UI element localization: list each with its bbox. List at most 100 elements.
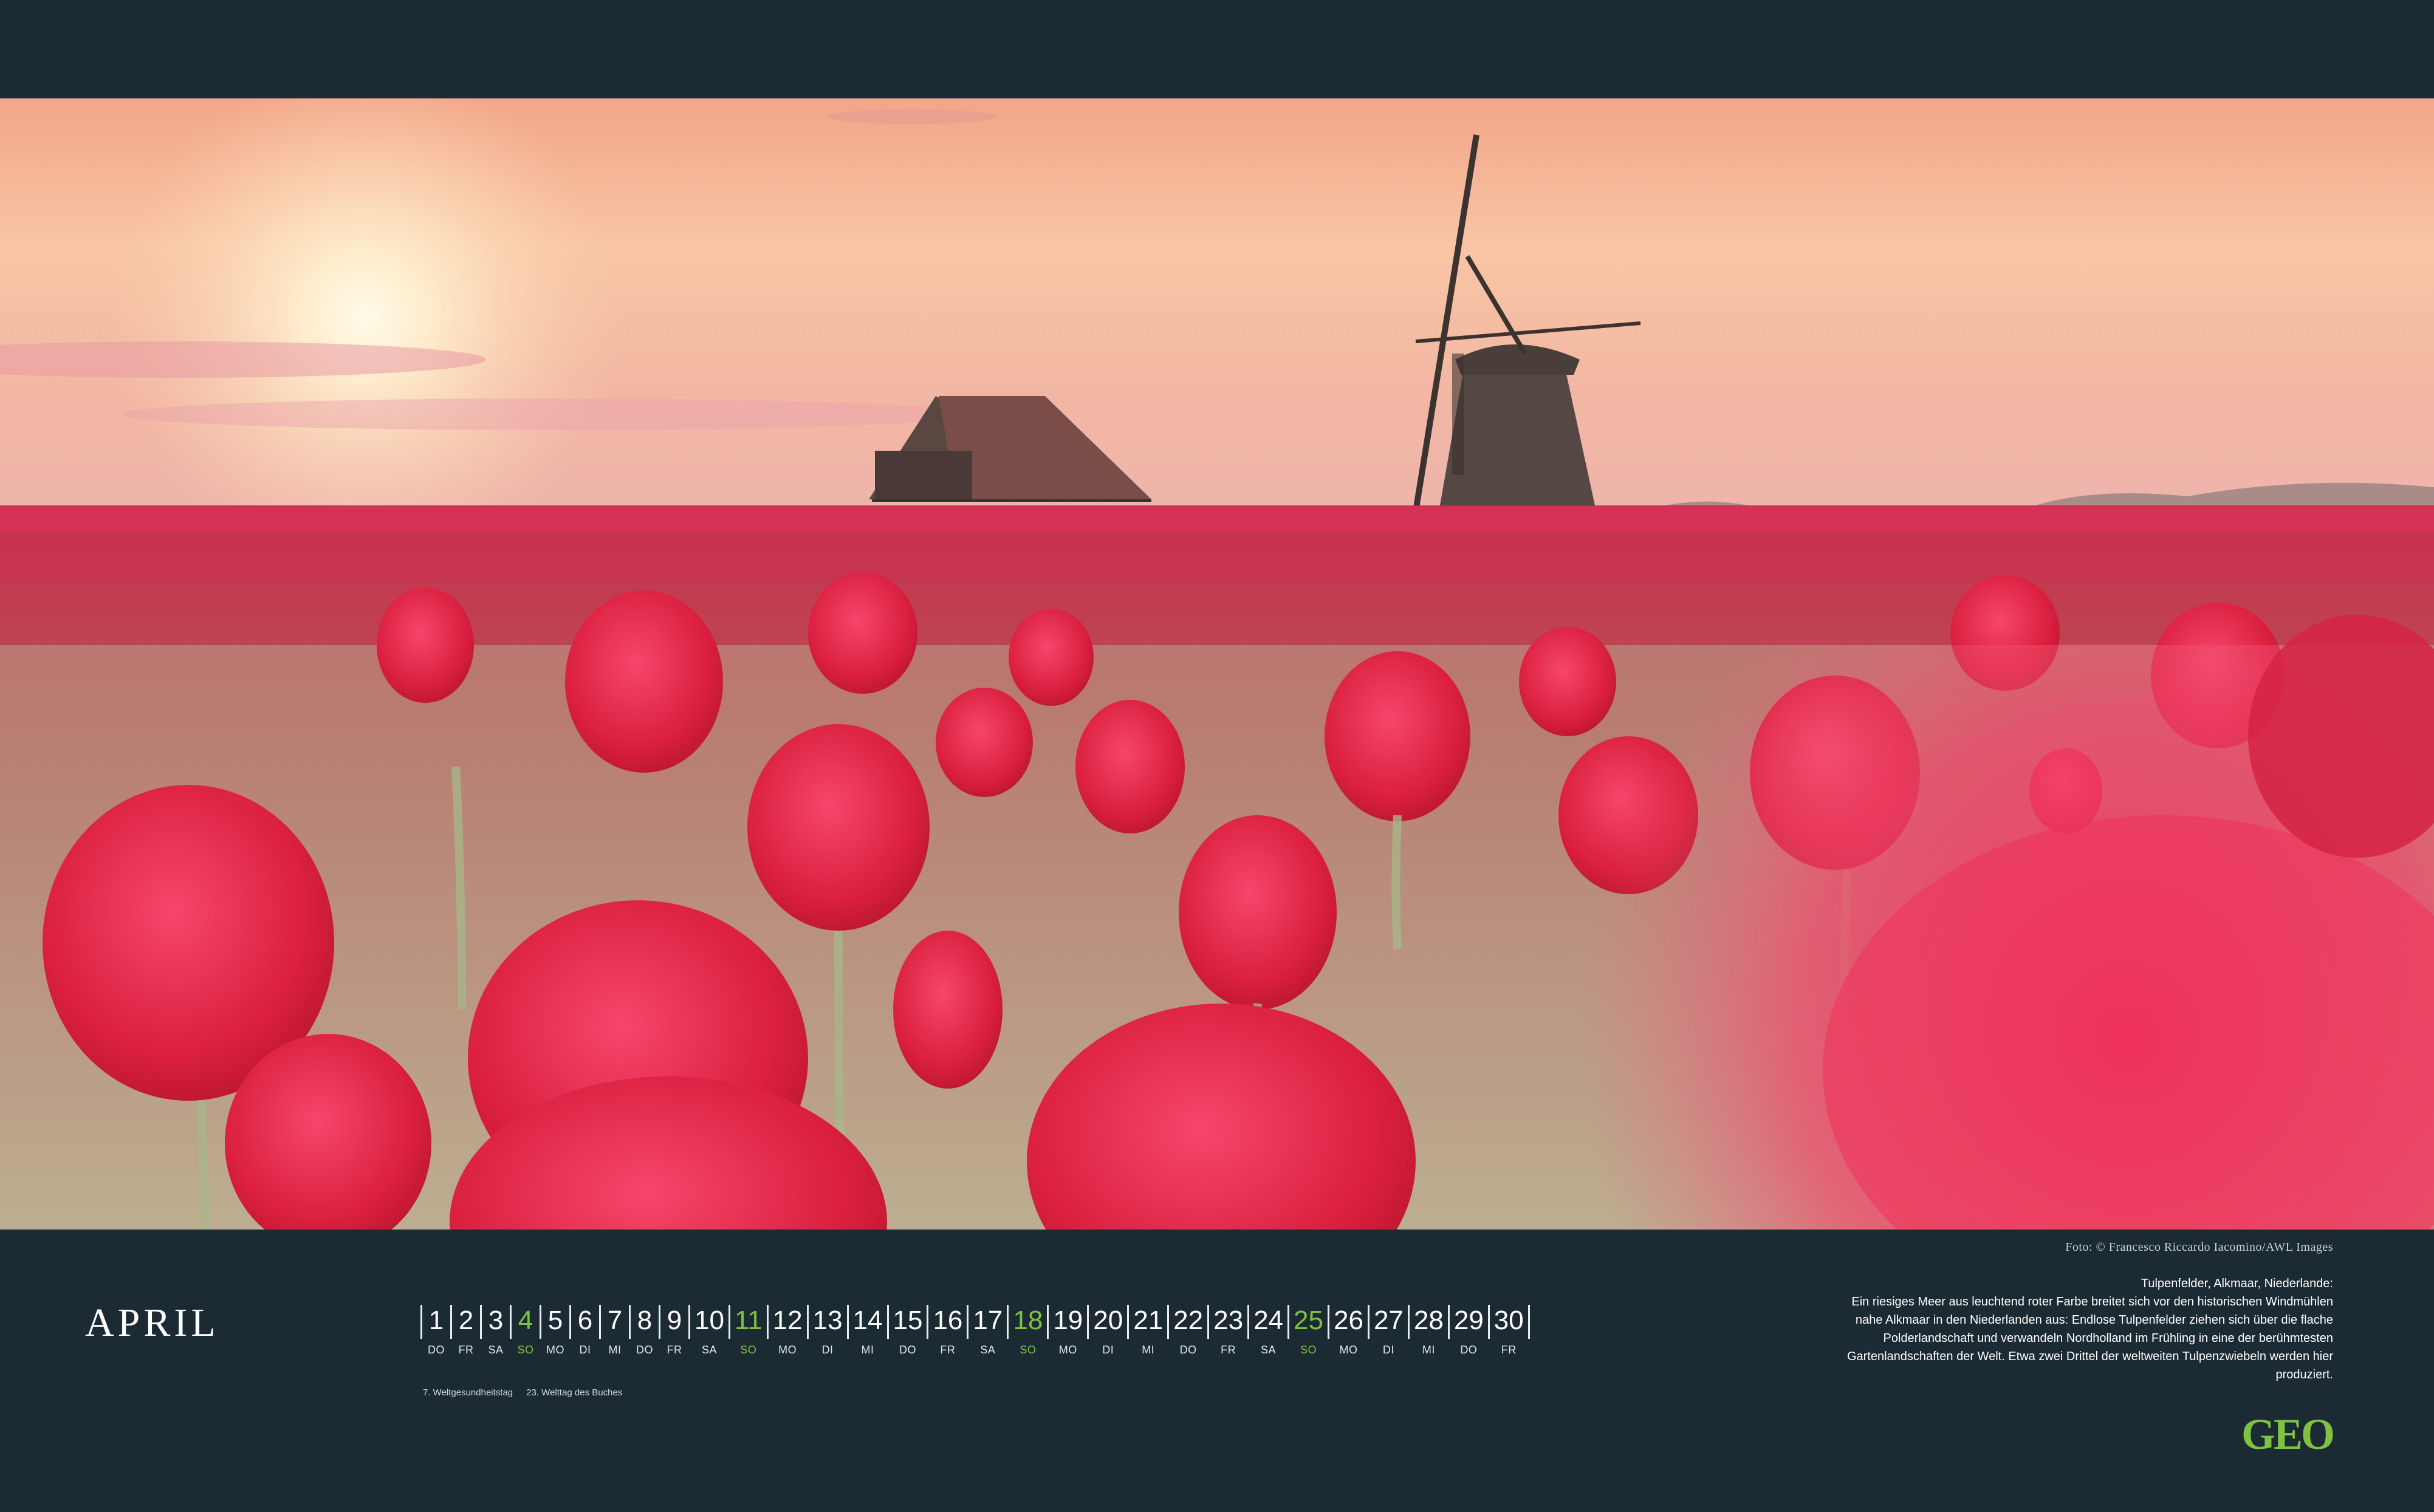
calendar-day: 8 DO [629,1305,659,1356]
day-number: 28 [1413,1305,1444,1335]
day-number: 16 [933,1305,963,1335]
calendar-day: 12 MO [766,1305,807,1356]
calendar-day: 25 SO [1287,1305,1328,1356]
calendar-day: 17 SA [967,1305,1007,1356]
calendar-day: 16 FR [927,1305,967,1356]
day-number: 24 [1253,1305,1284,1335]
tulip-field-photo [0,98,2434,1230]
weekday-label: FR [458,1344,474,1356]
weekday-label: SO [517,1344,534,1356]
day-number: 11 [734,1305,763,1335]
day-number: 3 [488,1305,504,1335]
weekday-label: SA [980,1344,996,1356]
day-number: 21 [1133,1305,1164,1335]
day-number: 5 [547,1305,563,1335]
caption-line: Gartenlandschaften der Welt. Etwa zwei D… [1846,1350,2333,1363]
calendar-day: 29 DO [1447,1305,1488,1356]
caption-line: Ein riesiges Meer aus leuchtend roter Fa… [1851,1295,2333,1308]
weekday-label: MO [1058,1344,1077,1356]
weekday-label: SO [1300,1344,1317,1356]
day-number: 25 [1294,1305,1323,1335]
calendar-day: 2 FR [450,1305,480,1356]
day-number: 23 [1213,1305,1244,1335]
weekday-label: FR [1501,1344,1517,1356]
weekday-label: MI [1422,1344,1435,1356]
calendar-day: 14 MI [846,1305,887,1356]
weekday-label: SO [740,1344,757,1356]
day-number: 15 [893,1305,923,1335]
calendar-day: 19 MO [1047,1305,1087,1356]
weekday-label: DO [428,1344,445,1356]
day-number: 4 [518,1305,533,1335]
day-number: 2 [458,1305,474,1335]
weekday-label: MO [546,1344,564,1356]
weekday-label: DO [1179,1344,1197,1356]
weekday-label: MI [608,1344,622,1356]
day-number: 8 [637,1305,653,1335]
day-number: 13 [812,1305,843,1335]
weekday-label: SO [1020,1344,1037,1356]
weekday-label: DO [1460,1344,1478,1356]
day-number: 29 [1453,1305,1484,1335]
top-band [0,0,2434,98]
weekday-label: FR [1221,1344,1236,1356]
caption-line: nahe Alkmaar in den Niederlanden aus: En… [1855,1313,2333,1327]
day-number: 19 [1053,1305,1083,1335]
weekday-label: DO [636,1344,653,1356]
calendar-day: 15 DO [886,1305,927,1356]
day-number: 26 [1333,1305,1363,1335]
weekday-label: MO [778,1344,797,1356]
calendar-day: 30 FR [1487,1305,1530,1356]
weekday-label: SA [488,1344,504,1356]
weekday-label: DO [899,1344,916,1356]
calendar-day: 5 MO [540,1305,569,1356]
day-number: 17 [973,1305,1003,1335]
calendar-day: 6 DI [569,1305,599,1356]
weekday-label: MI [1142,1344,1155,1356]
calendar-day: 13 DI [806,1305,847,1356]
calendar-day: 1 DO [420,1305,450,1356]
caption-line: produziert. [2275,1368,2334,1381]
day-number: 10 [694,1305,724,1335]
calendar-day: 20 DI [1087,1305,1127,1356]
calendar-day: 4 SO [510,1305,540,1356]
weekday-label: FR [940,1344,956,1356]
weekday-label: DI [821,1344,834,1356]
calendar-day: 28 MI [1407,1305,1448,1356]
weekday-label: DI [1382,1344,1394,1356]
weekday-label: SA [1261,1344,1277,1356]
calendar-day: 21 MI [1127,1305,1167,1356]
calendar-day: 27 DI [1367,1305,1408,1356]
weekday-label: MI [861,1344,874,1356]
day-number: 20 [1093,1305,1123,1335]
photo-credit: Foto: © Francesco Riccardo Iacomino/AWL … [2065,1240,2333,1254]
day-number: 27 [1373,1305,1404,1335]
caption-line: Polderlandschaft und verwandeln Nordholl… [1883,1332,2333,1345]
weekday-label: SA [701,1344,717,1356]
holiday-note: 23. Welttag des Buches [526,1387,623,1398]
day-number: 6 [577,1305,593,1335]
calendar-day: 26 MO [1327,1305,1368,1356]
calendar-day: 22 DO [1167,1305,1207,1356]
calendar-day: 9 FR [659,1305,688,1356]
weekday-label: DI [1102,1344,1114,1356]
day-number: 1 [428,1305,444,1335]
day-number: 12 [772,1305,803,1335]
photo-caption: Tulpenfelder, Alkmaar, Niederlande: Ein … [1786,1274,2333,1384]
weekday-label: DI [579,1344,591,1356]
weekday-label: MO [1339,1344,1358,1356]
day-number: 7 [607,1305,623,1335]
month-title: APRIL [85,1301,219,1345]
calendar-day: 3 SA [480,1305,510,1356]
day-number: 14 [852,1305,883,1335]
calendar-day: 7 MI [599,1305,629,1356]
day-number: 18 [1013,1305,1043,1335]
calendar-day: 23 FR [1207,1305,1247,1356]
calendar-day: 11 SO [728,1305,767,1356]
caption-title: Tulpenfelder, Alkmaar, Niederlande: [2141,1277,2333,1290]
day-number: 22 [1173,1305,1204,1335]
geo-logo: GEO [2241,1410,2335,1459]
calendar-day: 10 SA [688,1305,728,1356]
day-number: 30 [1493,1305,1524,1335]
holiday-notes: 7. Weltgesundheitstag 23. Welttag des Buc… [423,1387,622,1398]
